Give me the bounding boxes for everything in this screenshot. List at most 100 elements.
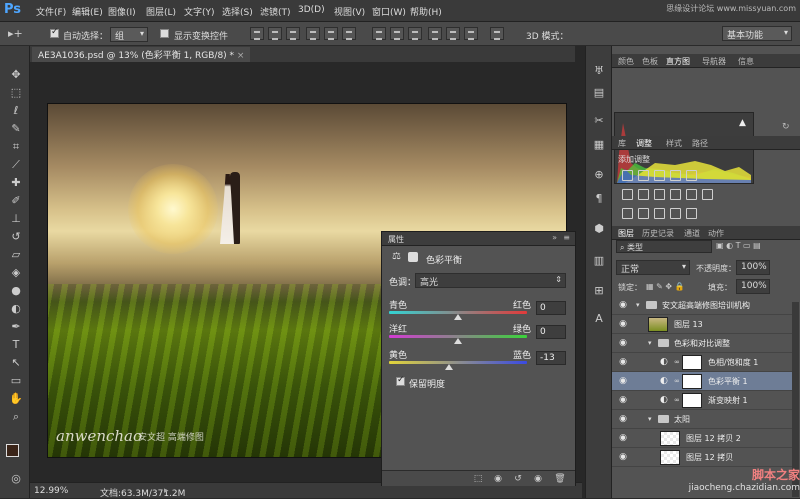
menu-item[interactable]: 文字(Y) xyxy=(184,5,215,18)
distribute-vcenter-button[interactable] xyxy=(390,27,404,40)
panel-tab[interactable]: 直方图 xyxy=(666,56,690,67)
align-hcenter-button[interactable] xyxy=(324,27,338,40)
slider-track[interactable] xyxy=(389,361,527,364)
link-icon[interactable]: ∞ xyxy=(674,396,680,404)
align-vcenter-button[interactable] xyxy=(268,27,282,40)
panel-tab[interactable]: 颜色 xyxy=(618,56,634,67)
brightness-icon[interactable] xyxy=(622,170,633,181)
move-tool-icon[interactable]: ✥ xyxy=(8,68,24,82)
hand-tool-icon[interactable]: ✋ xyxy=(8,392,24,406)
reset-icon[interactable]: ↺ xyxy=(512,474,524,484)
panel-tab[interactable]: 信息 xyxy=(738,56,754,67)
slider-value-input[interactable]: 0 xyxy=(536,301,566,315)
history-icon[interactable]: ▤ xyxy=(591,86,607,100)
character-icon[interactable]: A xyxy=(591,312,607,326)
close-icon[interactable]: × xyxy=(237,51,245,61)
slider-value-input[interactable]: 0 xyxy=(536,325,566,339)
menu-item[interactable]: 窗口(W) xyxy=(372,5,406,18)
panel-tab[interactable]: 色板 xyxy=(642,56,658,67)
menu-item[interactable]: 3D(D) xyxy=(298,5,325,15)
panel-tab[interactable]: 历史记录 xyxy=(642,228,674,239)
show-transform-checkbox[interactable] xyxy=(160,29,169,38)
zoom-level[interactable]: 12.99% xyxy=(34,486,68,496)
channel-mixer-icon[interactable] xyxy=(686,189,697,200)
3d-icon[interactable]: ⬢ xyxy=(591,222,607,236)
menu-item[interactable]: 视图(V) xyxy=(334,5,365,18)
blur-tool-icon[interactable]: ● xyxy=(8,284,24,298)
shape-tool-icon[interactable]: ▭ xyxy=(8,374,24,388)
color-lookup-icon[interactable] xyxy=(702,189,713,200)
chevron-down-icon[interactable]: ▾ xyxy=(648,415,652,423)
paragraph-icon[interactable]: ¶ xyxy=(591,192,607,206)
slider-value-input[interactable]: -13 xyxy=(536,351,566,365)
eye-icon[interactable]: ◉ xyxy=(618,433,628,443)
eye-icon[interactable]: ◉ xyxy=(618,452,628,462)
auto-select-dropdown[interactable]: 组 ▾ xyxy=(110,27,148,42)
posterize-icon[interactable] xyxy=(638,208,649,219)
slider-thumb[interactable] xyxy=(445,364,454,370)
distribute-top-button[interactable] xyxy=(372,27,386,40)
layer-row[interactable]: ◉ 图层 12 拷贝 2 xyxy=(612,429,792,448)
marquee-tool-icon[interactable]: ⬚ xyxy=(8,86,24,100)
brush-tool-icon[interactable]: ✐ xyxy=(8,194,24,208)
slider-thumb[interactable] xyxy=(454,314,462,320)
invert-icon[interactable] xyxy=(622,208,633,219)
align-right-button[interactable] xyxy=(342,27,356,40)
levels-icon[interactable] xyxy=(638,170,649,181)
layer-row[interactable]: ◉ ▾ 太阳 xyxy=(612,410,792,429)
panel-tab[interactable]: 导航器 xyxy=(702,56,726,67)
move-tool-icon[interactable]: ▸+ xyxy=(8,27,23,40)
curves-icon[interactable] xyxy=(654,170,665,181)
panel-tab[interactable]: 动作 xyxy=(708,228,724,239)
blend-mode-dropdown[interactable]: 正常 ▾ xyxy=(616,260,690,275)
eye-icon[interactable]: ◉ xyxy=(618,338,628,348)
eye-icon[interactable]: ◉ xyxy=(618,414,628,424)
align-bottom-button[interactable] xyxy=(286,27,300,40)
distribute-hcenter-button[interactable] xyxy=(446,27,460,40)
layer-row[interactable]: ◉ 图层 12 拷贝 xyxy=(612,448,792,467)
threshold-icon[interactable] xyxy=(654,208,665,219)
layer-mask-icon[interactable] xyxy=(408,252,418,262)
vibrance-icon[interactable] xyxy=(686,170,697,181)
layer-row[interactable]: ◉ 图层 13 xyxy=(612,315,792,334)
opacity-input[interactable]: 100% xyxy=(736,260,770,275)
clip-to-layer-icon[interactable]: ⬚ xyxy=(472,474,484,484)
layer-row[interactable]: ◉ ◐ ∞ 渐变映射 1 xyxy=(612,391,792,410)
chevron-down-icon[interactable]: ▾ xyxy=(636,301,640,309)
timeline-icon[interactable]: ▥ xyxy=(591,254,607,268)
eye-icon[interactable]: ◉ xyxy=(618,395,628,405)
lasso-tool-icon[interactable]: ℓ xyxy=(8,104,24,118)
align-top-button[interactable] xyxy=(250,27,264,40)
layer-row[interactable]: ◉ ◐ ∞ 色彩平衡 1 xyxy=(612,372,792,391)
paint-bucket-tool-icon[interactable]: ◈ xyxy=(8,266,24,280)
panel-tab[interactable]: 图层 xyxy=(618,228,634,239)
brush-presets-icon[interactable]: ▦ xyxy=(591,138,607,152)
preserve-luminosity-checkbox[interactable] xyxy=(396,375,405,386)
brush-settings-icon[interactable]: ✂ xyxy=(591,114,607,128)
distribute-left-button[interactable] xyxy=(428,27,442,40)
document-tab[interactable]: AE3A1036.psd @ 13% (色彩平衡 1, RGB/8) * × xyxy=(32,47,251,62)
foreground-color-swatch[interactable] xyxy=(6,444,19,457)
auto-select-checkbox[interactable] xyxy=(50,27,59,38)
lock-icons[interactable]: ▦ ✎ ✥ 🔒 xyxy=(646,282,685,291)
tool-presets-icon[interactable]: ♅ xyxy=(591,64,607,78)
menu-item[interactable]: 文件(F) xyxy=(36,5,66,18)
clone-source-icon[interactable]: ⊕ xyxy=(591,168,607,182)
selective-color-icon[interactable] xyxy=(686,208,697,219)
clone-stamp-tool-icon[interactable]: ⊥ xyxy=(8,212,24,226)
layer-row[interactable]: ◉ ◐ ∞ 色相/饱和度 1 xyxy=(612,353,792,372)
healing-brush-tool-icon[interactable]: ✚ xyxy=(8,176,24,190)
distribute-bottom-button[interactable] xyxy=(408,27,422,40)
exposure-icon[interactable] xyxy=(670,170,681,181)
panel-menu-icon[interactable]: ≡ xyxy=(563,233,570,242)
panel-tab[interactable]: 样式 xyxy=(666,138,682,149)
history-brush-tool-icon[interactable]: ↺ xyxy=(8,230,24,244)
photo-filter-icon[interactable] xyxy=(670,189,681,200)
visibility-icon[interactable]: ◉ xyxy=(532,474,544,484)
panel-tab[interactable]: 库 xyxy=(618,138,626,149)
status-expand-icon[interactable]: ▸ xyxy=(164,486,169,496)
tone-dropdown[interactable]: 高光 ⇕ xyxy=(415,273,566,288)
chevron-down-icon[interactable]: ▾ xyxy=(648,339,652,347)
hue-saturation-icon[interactable] xyxy=(622,189,633,200)
black-white-icon[interactable] xyxy=(654,189,665,200)
